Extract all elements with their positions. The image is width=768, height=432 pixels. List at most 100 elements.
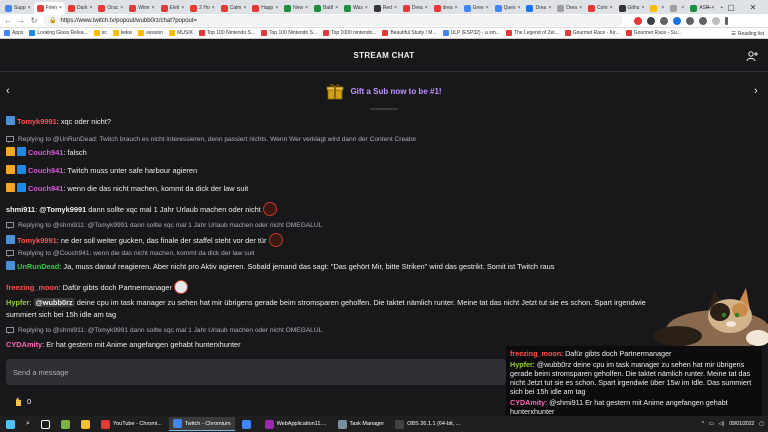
community-users-icon[interactable] <box>746 50 758 62</box>
chat-message[interactable]: Couch941: falsch <box>6 147 87 159</box>
browser-tab[interactable]: Happ × <box>249 2 281 14</box>
chevron-left-icon[interactable]: ‹ <box>6 85 10 97</box>
tab-close-icon[interactable]: × <box>394 5 397 11</box>
chat-username[interactable]: Couch941 <box>28 184 63 193</box>
chat-message[interactable]: Couch941: Twitch muss unter safe harbour… <box>6 165 197 177</box>
gift-sub-banner[interactable]: Gift a Sub now to be #1! <box>0 72 768 110</box>
tab-close-icon[interactable]: × <box>28 5 31 11</box>
bookmark-item[interactable]: Gourmet Race - Kir... <box>564 30 620 36</box>
browser-tab[interactable]: Com × <box>585 2 615 14</box>
bookmark-item[interactable]: The Legend of Zel... <box>505 30 559 36</box>
taskbar-app-button[interactable] <box>238 417 258 431</box>
tab-close-icon[interactable]: × <box>243 5 246 11</box>
browser-tab[interactable]: 2 Ho × <box>187 2 217 14</box>
tab-close-icon[interactable]: × <box>305 5 308 11</box>
bookmark-item[interactable]: kekw <box>112 30 132 36</box>
search-button[interactable]: ⌕ <box>22 417 34 431</box>
volume-icon[interactable]: ◁) <box>719 421 725 427</box>
maximize-button[interactable]: ▢ <box>720 0 742 14</box>
task-view-button[interactable] <box>37 417 54 431</box>
tab-close-icon[interactable]: × <box>425 5 428 11</box>
taskbar-app-button[interactable]: Twitch - Chromium <box>168 417 235 431</box>
notification-icon[interactable]: ▢ <box>759 421 764 427</box>
tab-close-icon[interactable]: × <box>181 5 184 11</box>
send-message-input[interactable]: Send a message <box>6 359 506 385</box>
browser-tab[interactable]: Calm × <box>218 2 250 14</box>
chat-message[interactable]: UnRunDead: Ja, muss darauf reagieren. Ab… <box>6 261 712 273</box>
chat-message[interactable]: CYDAmity: Er hat gestern mit Anime angef… <box>6 339 241 351</box>
browser-tab[interactable]: Orac × <box>95 2 126 14</box>
chevron-up-icon[interactable]: ^ <box>702 421 704 427</box>
taskbar-app-button[interactable]: Task Manager <box>334 417 389 431</box>
tab-close-icon[interactable]: × <box>212 5 215 11</box>
chat-username[interactable]: CYDAmity <box>6 340 42 349</box>
browser-tab[interactable]: Drea × <box>554 2 585 14</box>
close-window-button[interactable]: ✕ <box>742 0 764 14</box>
tab-close-icon[interactable]: × <box>365 5 368 11</box>
chat-username[interactable]: freezing_moon <box>6 283 59 292</box>
chat-message[interactable]: shmi911: @Tomyk9991 dann sollte xqc mal … <box>6 202 277 216</box>
browser-tab[interactable]: drea × <box>431 2 461 14</box>
channel-points-button[interactable]: 0 <box>14 396 31 406</box>
tray-date[interactable]: 09/01/2022 <box>729 421 754 427</box>
tab-close-icon[interactable]: × <box>486 5 489 11</box>
browser-tab[interactable]: Battl × <box>311 2 341 14</box>
reading-list-button[interactable]: ☰ Reading list <box>727 28 764 38</box>
tab-close-icon[interactable]: × <box>152 5 155 11</box>
bookmark-item[interactable]: Top 100 Nintendo S... <box>198 30 255 36</box>
tab-close-icon[interactable]: × <box>518 5 521 11</box>
bookmark-item[interactable]: Apps <box>4 30 23 36</box>
chat-message[interactable]: Hypfer: @wubb0rz deine cpu im task manag… <box>6 297 712 321</box>
chat-message[interactable]: freezing_moon: Dafür gibts doch Partnerm… <box>6 280 188 294</box>
extension-icon[interactable] <box>673 16 681 25</box>
tab-close-icon[interactable]: × <box>681 5 684 11</box>
chat-username[interactable]: Couch941 <box>28 166 63 175</box>
chat-username[interactable]: UnRunDead <box>17 262 59 271</box>
bookmark-item[interactable]: sc <box>93 30 107 36</box>
chat-username[interactable]: Tomyk9991 <box>17 236 57 245</box>
browser-tab[interactable]: Drea × <box>523 2 554 14</box>
tab-close-icon[interactable]: × <box>335 5 338 11</box>
browser-tab[interactable]: Supp × <box>2 2 34 14</box>
browser-tab[interactable]: Eleti × <box>158 2 188 14</box>
chat-message[interactable]: Tomyk9991: ne der soll weiter gucken, da… <box>6 233 283 247</box>
file-explorer-button[interactable] <box>77 417 94 431</box>
network-icon[interactable]: ▭ <box>709 421 714 427</box>
extension-icon[interactable] <box>660 16 668 25</box>
tab-close-icon[interactable]: × <box>548 5 551 11</box>
taskbar-app-button[interactable]: OBS 26.1.1 (64-bit, ... <box>391 417 464 431</box>
browser-tab[interactable]: Gree × <box>461 2 492 14</box>
browser-tab[interactable]: Githu × <box>616 2 648 14</box>
taskbar-app-button[interactable]: YouTube - Chromi... <box>97 417 166 431</box>
browser-tab[interactable]: Frien × <box>33 2 65 14</box>
back-icon[interactable]: ← <box>4 16 12 25</box>
chevron-right-icon[interactable]: › <box>754 85 758 97</box>
chat-message[interactable]: Tomyk9991: xqc oder nicht? <box>6 116 111 128</box>
extension-icon[interactable] <box>634 16 642 25</box>
chat-message[interactable]: Couch941: wenn die das nicht machen, kom… <box>6 183 248 195</box>
bookmark-item[interactable]: Looking Glass Relea... <box>29 30 88 36</box>
bookmark-item[interactable]: session <box>138 30 163 36</box>
chat-username[interactable]: Tomyk9991 <box>17 117 57 126</box>
chat-mention[interactable]: @wubb0rz <box>33 298 75 307</box>
tab-close-icon[interactable]: × <box>275 5 278 11</box>
browser-tab[interactable]: × <box>647 2 667 14</box>
taskbar-pinned-app[interactable] <box>57 417 74 431</box>
browser-tab[interactable]: New × <box>281 2 311 14</box>
bookmark-item[interactable]: MUSIK <box>169 30 193 36</box>
reload-icon[interactable]: ↻ <box>30 16 38 25</box>
browser-tab[interactable]: Drea × <box>400 2 431 14</box>
browser-tab[interactable]: Dark × <box>65 2 95 14</box>
drag-handle[interactable] <box>370 108 398 110</box>
browser-tab[interactable]: Winn × <box>126 2 157 14</box>
chat-username[interactable]: Couch941 <box>28 148 63 157</box>
media-icon[interactable] <box>699 16 707 25</box>
tab-close-icon[interactable]: × <box>90 5 93 11</box>
bookmark-item[interactable]: Top 1000 nintendo... <box>323 30 376 36</box>
extension-icon[interactable] <box>647 16 655 25</box>
tab-close-icon[interactable]: × <box>579 5 582 11</box>
tab-close-icon[interactable]: × <box>59 5 62 11</box>
chat-mention[interactable]: @Tomyk9991 <box>39 205 86 214</box>
bookmark-item[interactable]: ULP (ESP32) - a sm... <box>442 30 500 36</box>
start-button[interactable] <box>2 417 19 431</box>
